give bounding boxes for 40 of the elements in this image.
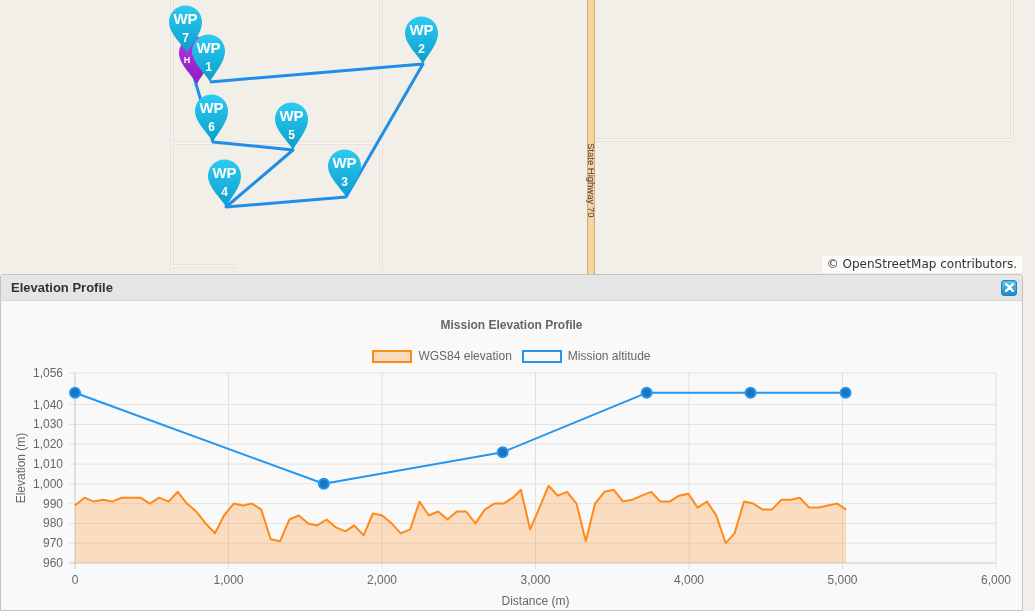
waypoint-marker[interactable]: WP 4: [208, 159, 241, 207]
axis-tick-label: 1,000: [32, 476, 63, 491]
axis-tick-label: 2,000: [367, 573, 397, 587]
legend-swatch-icon: [372, 350, 413, 363]
axis-tick-label: 990: [42, 496, 63, 511]
map-attribution: © OpenStreetMap contributors.: [821, 256, 1022, 273]
data-point[interactable]: [640, 386, 653, 399]
axis-title: Distance (m): [501, 594, 570, 608]
axis-tick-label: 960: [42, 556, 63, 570]
close-icon: [1004, 283, 1014, 292]
legend-label[interactable]: Mission altitude: [567, 349, 651, 364]
data-point[interactable]: [744, 386, 757, 399]
waypoint-marker[interactable]: WP 3: [328, 149, 361, 197]
axis-tick-label: 1,010: [32, 457, 63, 472]
axis-tick-label: 980: [42, 516, 63, 531]
legend-swatch-icon: [521, 350, 562, 363]
waypoint-marker[interactable]: WP 6: [195, 94, 228, 142]
chart-title: Mission Elevation Profile: [439, 318, 584, 332]
data-point[interactable]: [839, 386, 852, 399]
legend-label[interactable]: WGS84 elevation: [418, 349, 512, 364]
axis-tick-label: 1,056: [32, 366, 63, 380]
axis-title: Elevation (m): [14, 432, 28, 504]
axis-tick-label: 6,000: [981, 573, 1011, 587]
axis-tick-label: 1,000: [213, 573, 244, 587]
axis-tick-label: 5,000: [827, 573, 858, 587]
axis-tick-label: 1,030: [32, 417, 63, 432]
panel-title: Elevation Profile: [11, 280, 113, 295]
axis-tick-label: 3,000: [520, 573, 551, 587]
waypoint-marker[interactable]: WP 5: [275, 102, 308, 150]
close-button[interactable]: [1001, 279, 1017, 296]
road-label: State Highway 70: [585, 143, 597, 218]
axis-tick-label: 970: [42, 536, 63, 551]
axis-tick-label: 4,000: [674, 573, 704, 587]
axis-tick-label: 0: [71, 573, 79, 587]
axis-tick-label: 1,020: [32, 437, 63, 452]
data-point[interactable]: [496, 446, 509, 459]
axis-tick-label: 1,040: [32, 397, 63, 412]
data-point[interactable]: [317, 477, 330, 490]
data-point[interactable]: [69, 386, 81, 399]
waypoint-marker[interactable]: WP 1: [192, 34, 225, 82]
